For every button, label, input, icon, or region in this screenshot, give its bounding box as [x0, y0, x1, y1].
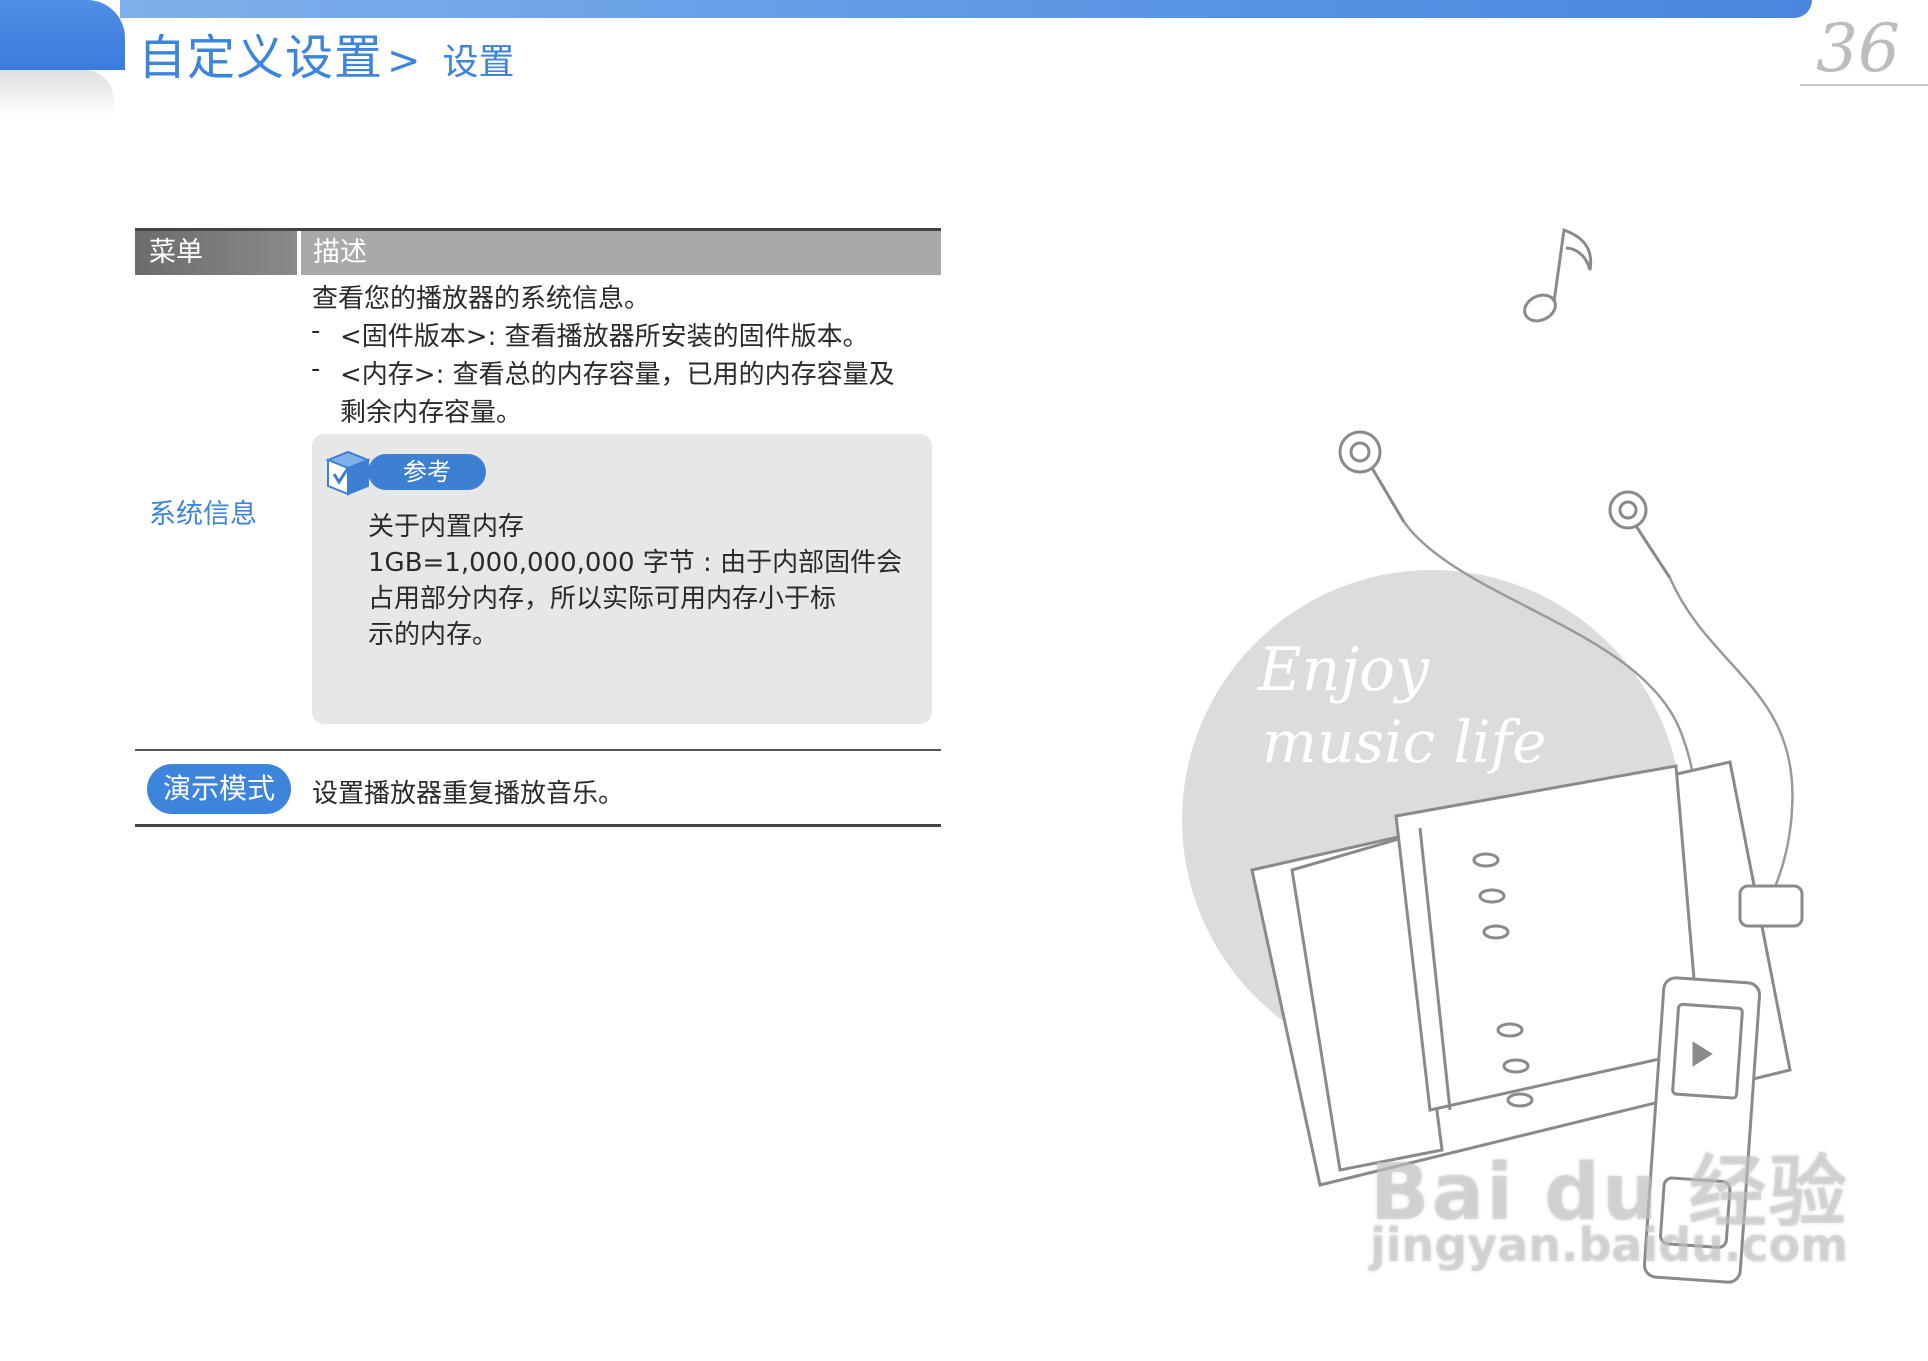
bullet-dash: - — [311, 354, 321, 384]
menu-system-info: 系统信息 — [149, 499, 257, 530]
note-line: 示的内存。 — [368, 620, 499, 650]
desc-memory-cont: 剩余内存容量。 — [340, 398, 523, 428]
baidu-watermark-url: jingyan.baidu.com — [1370, 1218, 1849, 1272]
note-badge: 参考 — [368, 454, 486, 490]
earphones-icon — [1338, 430, 1672, 579]
note-box: 参考 关于内置内存 1GB=1,000,000,000 字节 : 由于内部固件会… — [312, 434, 932, 724]
header-menu-cell: 菜单 — [135, 231, 297, 275]
settings-table: 菜单 描述 系统信息 查看您的播放器的系统信息。 - <固件版本>: 查看播放器… — [135, 228, 941, 827]
desc-demo-mode: 设置播放器重复播放音乐。 — [312, 779, 625, 809]
desc-firmware: <固件版本>: 查看播放器所安装的固件版本。 — [340, 322, 869, 352]
header-tab-shadow — [0, 70, 114, 116]
menu-demo-mode: 演示模式 — [147, 764, 291, 814]
header-tab — [0, 0, 125, 70]
slogan-line1: Enjoy — [1257, 635, 1430, 705]
desc-intro: 查看您的播放器的系统信息。 — [312, 284, 651, 314]
row-divider — [135, 749, 941, 751]
title-subtitle: 设置 — [442, 42, 515, 83]
table-header: 菜单 描述 — [135, 228, 941, 275]
table-bottom-rule — [135, 824, 941, 827]
note-line: 1GB=1,000,000,000 字节 : 由于内部固件会 — [368, 548, 903, 578]
note-line: 占用部分内存，所以实际可用内存小于标 — [368, 584, 837, 614]
page-title: 自定义设置 > 设置 — [138, 18, 515, 88]
page-number-underline — [1800, 84, 1928, 86]
title-separator: > — [387, 38, 421, 84]
bullet-dash: - — [311, 316, 321, 346]
page-number: 36 — [1816, 10, 1900, 87]
header-band — [120, 0, 1812, 18]
music-note-icon — [1523, 227, 1593, 323]
header-desc-cell: 描述 — [301, 231, 941, 275]
desc-memory: <内存>: 查看总的内存容量，已用的内存容量及 — [340, 360, 895, 390]
checkbox-icon — [325, 450, 371, 496]
title-main: 自定义设置 — [138, 30, 384, 86]
slogan-line2: music life — [1262, 708, 1546, 776]
note-title: 关于内置内存 — [368, 512, 525, 542]
